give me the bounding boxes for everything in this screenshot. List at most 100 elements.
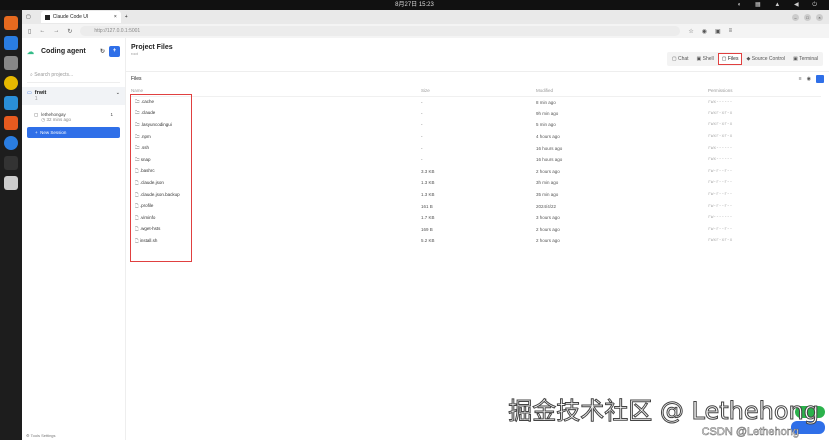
tab-label: Terminal [799, 56, 818, 62]
table-row[interactable]: 🗋 .bashrc 3.3 KB 2 hours ago rw-r--r-- [131, 166, 821, 178]
minimize-icon[interactable]: – [792, 13, 799, 21]
file-name: .claude.json.backup [139, 191, 180, 197]
project-item[interactable]: ▭ frwit 1 ⌄ [22, 87, 125, 105]
file-icon: 🗋 [135, 179, 139, 185]
tab-source-control[interactable]: ◆ Source Control [743, 54, 788, 64]
close-window-icon[interactable]: × [816, 13, 823, 21]
account-icon[interactable]: ◉ [702, 28, 707, 35]
new-session-label: New Session [40, 130, 67, 135]
tools-settings-button[interactable]: ⚙ Tools Settings [26, 433, 56, 438]
preview-icon[interactable]: ◉ [807, 76, 811, 82]
tab-files[interactable]: ▢ Files [717, 53, 743, 65]
tab-terminal[interactable]: ▣ Terminal [790, 54, 821, 64]
tab-overview-icon[interactable]: ▢ [26, 14, 31, 20]
main-panel: Project Files root ▢ Chat ▣ Shell ▢ Files… [126, 38, 829, 440]
table-row[interactable]: 🗋 .claude.json 1.3 KB 3h min ago rw-r--r-- [131, 177, 821, 189]
file-permissions: rw-r--r-- [708, 203, 733, 209]
folder-icon: ▭ [27, 90, 32, 96]
folder-icon: 🗀 [135, 145, 140, 151]
file-name: .cache [140, 99, 155, 105]
table-row[interactable]: 🗋 .profile 161 B 2024/4/22 rw-r--r-- [131, 200, 821, 212]
tab-chat[interactable]: ▢ Chat [669, 54, 692, 64]
folder-icon: 🗀 [135, 133, 140, 139]
help-icon[interactable] [4, 136, 18, 150]
files-label: Files [131, 76, 142, 82]
favicon-icon [44, 14, 50, 20]
table-row[interactable]: 🗀 .claude - 9h min ago rwxr-xr-x [131, 108, 821, 120]
forward-icon[interactable]: → [53, 28, 59, 34]
file-icon: 🗋 [135, 214, 139, 220]
file-name: .claude.json [139, 179, 164, 185]
firefox-icon[interactable] [4, 16, 18, 30]
file-permissions: rwx------ [708, 145, 733, 151]
app-name: Coding agent [41, 48, 86, 55]
table-row[interactable]: 🗀 .lasyuncodingui - 5 min ago rwxr-xr-x [131, 119, 821, 131]
rhythmbox-icon[interactable] [4, 76, 18, 90]
table-row[interactable]: 🗋 .viminfo 1.7 KB 3 hours ago rw------- [131, 212, 821, 224]
close-tab-icon[interactable]: × [114, 14, 117, 20]
file-name: .viminfo [139, 214, 156, 220]
session-item[interactable]: ▢ lethehongay ◷ 32 mins ago 1 [22, 109, 125, 126]
extensions-icon[interactable]: ▣ [715, 28, 721, 35]
chat-icon: ▢ [34, 112, 39, 117]
file-icon: 🗋 [135, 191, 139, 197]
trash-icon[interactable] [4, 176, 18, 190]
watermark: 掘金技术社区 @ Lethehong [508, 397, 820, 426]
refresh-icon[interactable]: ↻ [100, 48, 105, 55]
detail-view-button[interactable] [816, 75, 824, 83]
system-tray[interactable]: ◐ ▦ ▲ ◀ ⏻ [738, 0, 823, 10]
app-center-icon[interactable] [4, 116, 18, 130]
file-size: - [421, 110, 423, 116]
file-permissions: rw------- [708, 215, 733, 221]
file-name: snap [140, 156, 151, 162]
folder-icon: 🗀 [135, 121, 140, 127]
table-row[interactable]: 🗀 .ssh - 16 hours ago rwx------ [131, 142, 821, 154]
file-name: .claude [140, 110, 156, 116]
sidebar-toggle-icon[interactable]: ▯ [28, 28, 31, 35]
terminal-icon[interactable] [4, 156, 18, 170]
back-icon[interactable]: ← [39, 28, 45, 34]
maximize-icon[interactable]: □ [804, 13, 811, 21]
bookmark-icon[interactable]: ☆ [688, 28, 693, 35]
list-view-icon[interactable]: ≡ [799, 76, 802, 82]
table-row[interactable]: 🗀 .cache - 8 min ago rwx------ [131, 96, 821, 108]
new-session-button[interactable]: + New Session [27, 127, 120, 138]
file-size: - [421, 99, 423, 105]
tab-shell[interactable]: ▣ Shell [694, 54, 717, 64]
table-row[interactable]: 🗀 .npm - 4 hours ago rwxr-xr-x [131, 131, 821, 143]
new-tab-icon[interactable]: + [125, 14, 128, 20]
search-input[interactable]: ⌕ Search projects... [27, 68, 120, 83]
files-icon[interactable] [4, 56, 18, 70]
file-modified: 16 hours ago [536, 157, 563, 163]
session-count: 1 [110, 112, 113, 117]
browser-tab[interactable]: Claude Code UI × [40, 11, 121, 23]
file-size: - [421, 134, 423, 140]
menu-icon[interactable]: ≡ [729, 28, 733, 34]
table-row[interactable]: 🗋 install.sh 5.2 KB 2 hours ago rwxr-xr-x [131, 235, 821, 247]
chevron-down-icon[interactable]: ⌄ [116, 90, 120, 102]
file-modified: 16 hours ago [536, 145, 563, 151]
reload-icon[interactable]: ↻ [67, 28, 72, 35]
table-row[interactable]: 🗋 .claude.json.backup 1.3 KB 35 min ago rw-… [131, 189, 821, 201]
thunderbird-icon[interactable] [4, 36, 18, 50]
file-name: .npm [140, 133, 151, 139]
file-name: .ssh [140, 145, 150, 151]
new-project-button[interactable]: + [109, 46, 120, 57]
csdn-watermark: CSDN @Lethehong [701, 426, 799, 439]
file-permissions: rw-r--r-- [708, 226, 733, 232]
folder-icon: 🗀 [135, 99, 140, 105]
column-modified: Modified [536, 86, 708, 97]
table-row[interactable]: 🗀 snap - 16 hours ago rwx------ [131, 154, 821, 166]
url-bar[interactable]: http://127.0.0.1:5001 [80, 26, 681, 36]
file-modified: 9h min ago [536, 110, 559, 116]
file-size: - [421, 145, 423, 151]
file-size: 5.2 KB [421, 238, 435, 244]
file-permissions: rwxr-xr-x [708, 238, 733, 244]
table-row[interactable]: 🗋 .wget-hsts 169 B 2 hours ago rw-r--r-- [131, 224, 821, 236]
cloud-logo-icon: ☁ [27, 48, 34, 56]
file-size: 1.7 KB [421, 215, 435, 221]
file-size: - [421, 122, 423, 128]
writer-icon[interactable] [4, 96, 18, 110]
file-modified: 3 hours ago [536, 215, 560, 221]
column-permissions: Permissions [708, 86, 821, 97]
